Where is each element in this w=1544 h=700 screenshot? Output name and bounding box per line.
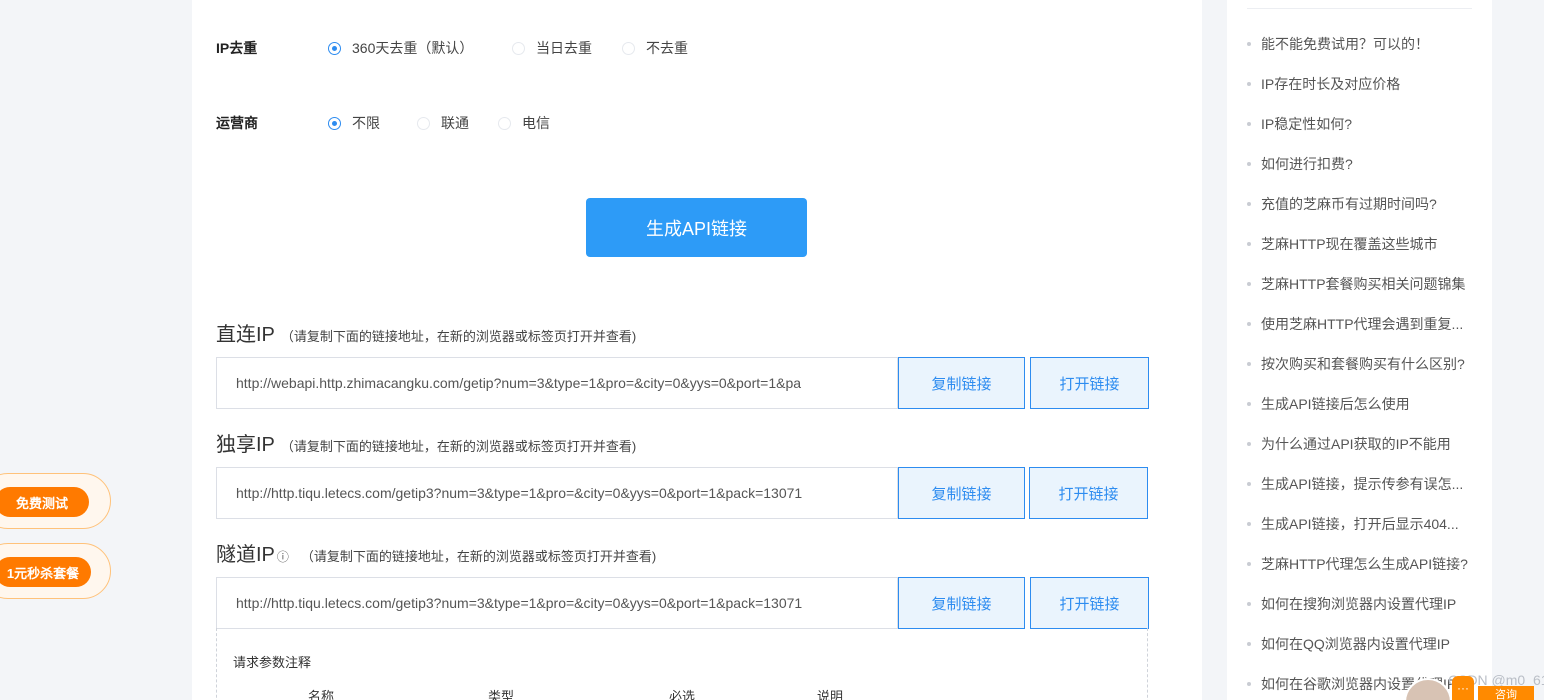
bullet-icon	[1247, 322, 1251, 326]
exclusive-ip-copy-button[interactable]: 复制链接	[898, 467, 1025, 519]
bullet-icon	[1247, 562, 1251, 566]
tunnel-ip-copy-button[interactable]: 复制链接	[898, 577, 1025, 629]
notes-title: 请求参数注释	[233, 655, 312, 670]
dedup-option-row: IP去重 360天去重（默认） 当日去重 不去重	[216, 38, 1116, 58]
consult-tab[interactable]: 咨询	[1478, 686, 1534, 700]
faq-item-label: IP稳定性如何?	[1261, 116, 1353, 132]
faq-item[interactable]: 如何在搜狗浏览器内设置代理IP	[1247, 594, 1487, 614]
carrier-option-row: 运营商 不限 联通 电信	[216, 113, 1116, 133]
faq-item[interactable]: 按次购买和套餐购买有什么区别?	[1247, 354, 1487, 374]
carrier-radio-unicom[interactable]: 联通	[417, 113, 469, 133]
faq-item-label: 充值的芝麻币有过期时间吗?	[1261, 196, 1437, 212]
flash-sale-float: 1元秒杀套餐	[0, 543, 111, 599]
carrier-radio-any[interactable]: 不限	[328, 113, 380, 133]
dedup-radio-daily[interactable]: 当日去重	[512, 38, 592, 58]
faq-item-label: 生成API链接，打开后显示404...	[1261, 516, 1459, 532]
chat-icon[interactable]: ···	[1452, 676, 1474, 700]
api-generator-panel: IP去重 360天去重（默认） 当日去重 不去重 运营商 不限 联通 电信 生成…	[192, 0, 1202, 700]
faq-item[interactable]: IP存在时长及对应价格	[1247, 74, 1487, 94]
bullet-icon	[1247, 642, 1251, 646]
bullet-icon	[1247, 82, 1251, 86]
bullet-icon	[1247, 242, 1251, 246]
bullet-icon	[1247, 362, 1251, 366]
free-trial-button[interactable]: 免费测试	[0, 487, 89, 517]
bullet-icon	[1247, 162, 1251, 166]
radio-checked-icon	[328, 116, 341, 130]
faq-item-label: 芝麻HTTP套餐购买相关问题锦集	[1261, 276, 1466, 292]
info-icon[interactable]: ⓘ	[277, 548, 289, 565]
faq-item[interactable]: 如何在QQ浏览器内设置代理IP	[1247, 634, 1487, 654]
faq-item-label: 芝麻HTTP代理怎么生成API链接?	[1261, 556, 1468, 572]
faq-item-label: 如何进行扣费?	[1261, 156, 1353, 172]
faq-item-label: 芝麻HTTP现在覆盖这些城市	[1261, 236, 1438, 252]
exclusive-ip-open-button[interactable]: 打开链接	[1029, 467, 1148, 519]
faq-item[interactable]: 充值的芝麻币有过期时间吗?	[1247, 194, 1487, 214]
radio-unchecked-icon	[498, 116, 511, 130]
notes-col-type: 类型	[488, 689, 515, 700]
direct-ip-section-title: 直连IP （请复制下面的链接地址，在新的浏览器或标签页打开并查看)	[216, 324, 637, 346]
bullet-icon	[1247, 602, 1251, 606]
dedup-radio-360[interactable]: 360天去重（默认）	[328, 38, 473, 58]
bullet-icon	[1247, 42, 1251, 46]
flash-sale-button[interactable]: 1元秒杀套餐	[0, 557, 91, 587]
faq-item-label: 为什么通过API获取的IP不能用	[1261, 436, 1451, 452]
radio-checked-icon	[328, 41, 341, 55]
faq-item[interactable]: 生成API链接，提示传参有误怎...	[1247, 474, 1487, 494]
exclusive-ip-section-title: 独享IP （请复制下面的链接地址，在新的浏览器或标签页打开并查看)	[216, 434, 637, 456]
bullet-icon	[1247, 482, 1251, 486]
notes-col-required: 必选	[669, 689, 696, 700]
notes-col-desc: 说明	[817, 689, 844, 700]
bullet-icon	[1247, 402, 1251, 406]
free-trial-float: 免费测试	[0, 473, 111, 529]
faq-item-label: 使用芝麻HTTP代理会遇到重复...	[1261, 316, 1464, 332]
faq-item[interactable]: 芝麻HTTP代理怎么生成API链接?	[1247, 554, 1487, 574]
radio-unchecked-icon	[417, 116, 430, 130]
sidebar-divider	[1247, 8, 1472, 9]
faq-item-label: 生成API链接，提示传参有误怎...	[1261, 476, 1464, 492]
generate-api-link-button[interactable]: 生成API链接	[586, 198, 807, 257]
exclusive-ip-url-field[interactable]: http://http.tiqu.letecs.com/getip3?num=3…	[216, 467, 898, 519]
bullet-icon	[1247, 202, 1251, 206]
tunnel-ip-open-button[interactable]: 打开链接	[1030, 577, 1149, 629]
faq-item[interactable]: 生成API链接后怎么使用	[1247, 394, 1487, 414]
faq-sidebar: 能不能免费试用？可以的！ IP存在时长及对应价格 IP稳定性如何? 如何进行扣费? 充值…	[1227, 0, 1492, 700]
faq-item[interactable]: 如何进行扣费?	[1247, 154, 1487, 174]
radio-unchecked-icon	[512, 41, 525, 55]
carrier-label: 运营商	[216, 115, 258, 131]
faq-item[interactable]: 生成API链接，打开后显示404...	[1247, 514, 1487, 534]
faq-item[interactable]: 为什么通过API获取的IP不能用	[1247, 434, 1487, 454]
bullet-icon	[1247, 522, 1251, 526]
bullet-icon	[1247, 442, 1251, 446]
dedup-radio-none[interactable]: 不去重	[622, 38, 688, 58]
radio-unchecked-icon	[622, 41, 635, 55]
carrier-radio-telecom[interactable]: 电信	[498, 113, 550, 133]
bullet-icon	[1247, 122, 1251, 126]
faq-item[interactable]: IP稳定性如何?	[1247, 114, 1487, 134]
faq-item[interactable]: 使用芝麻HTTP代理会遇到重复...	[1247, 314, 1487, 334]
faq-item-label: 生成API链接后怎么使用	[1261, 396, 1410, 412]
bullet-icon	[1247, 282, 1251, 286]
bullet-icon	[1247, 682, 1251, 686]
tunnel-ip-section-title: 隧道IP ⓘ （请复制下面的链接地址，在新的浏览器或标签页打开并查看)	[216, 544, 657, 566]
direct-ip-copy-button[interactable]: 复制链接	[898, 357, 1025, 409]
direct-ip-open-button[interactable]: 打开链接	[1030, 357, 1149, 409]
faq-item[interactable]: 能不能免费试用？可以的！	[1247, 34, 1487, 54]
faq-item-label: IP存在时长及对应价格	[1261, 76, 1401, 92]
faq-item[interactable]: 芝麻HTTP套餐购买相关问题锦集	[1247, 274, 1487, 294]
faq-item-label: 如何在搜狗浏览器内设置代理IP	[1261, 596, 1457, 612]
request-params-notes: 请求参数注释 名称 类型 必选 说明	[216, 628, 1148, 700]
notes-col-name: 名称	[308, 689, 335, 700]
faq-item-label: 按次购买和套餐购买有什么区别?	[1261, 356, 1465, 372]
dedup-label: IP去重	[216, 40, 258, 56]
faq-item[interactable]: 芝麻HTTP现在覆盖这些城市	[1247, 234, 1487, 254]
tunnel-ip-url-field[interactable]: http://http.tiqu.letecs.com/getip3?num=3…	[216, 577, 898, 629]
faq-item-label: 如何在QQ浏览器内设置代理IP	[1261, 636, 1451, 652]
direct-ip-url-field[interactable]: http://webapi.http.zhimacangku.com/getip…	[216, 357, 898, 409]
faq-item-label: 能不能免费试用？可以的！	[1261, 36, 1429, 52]
